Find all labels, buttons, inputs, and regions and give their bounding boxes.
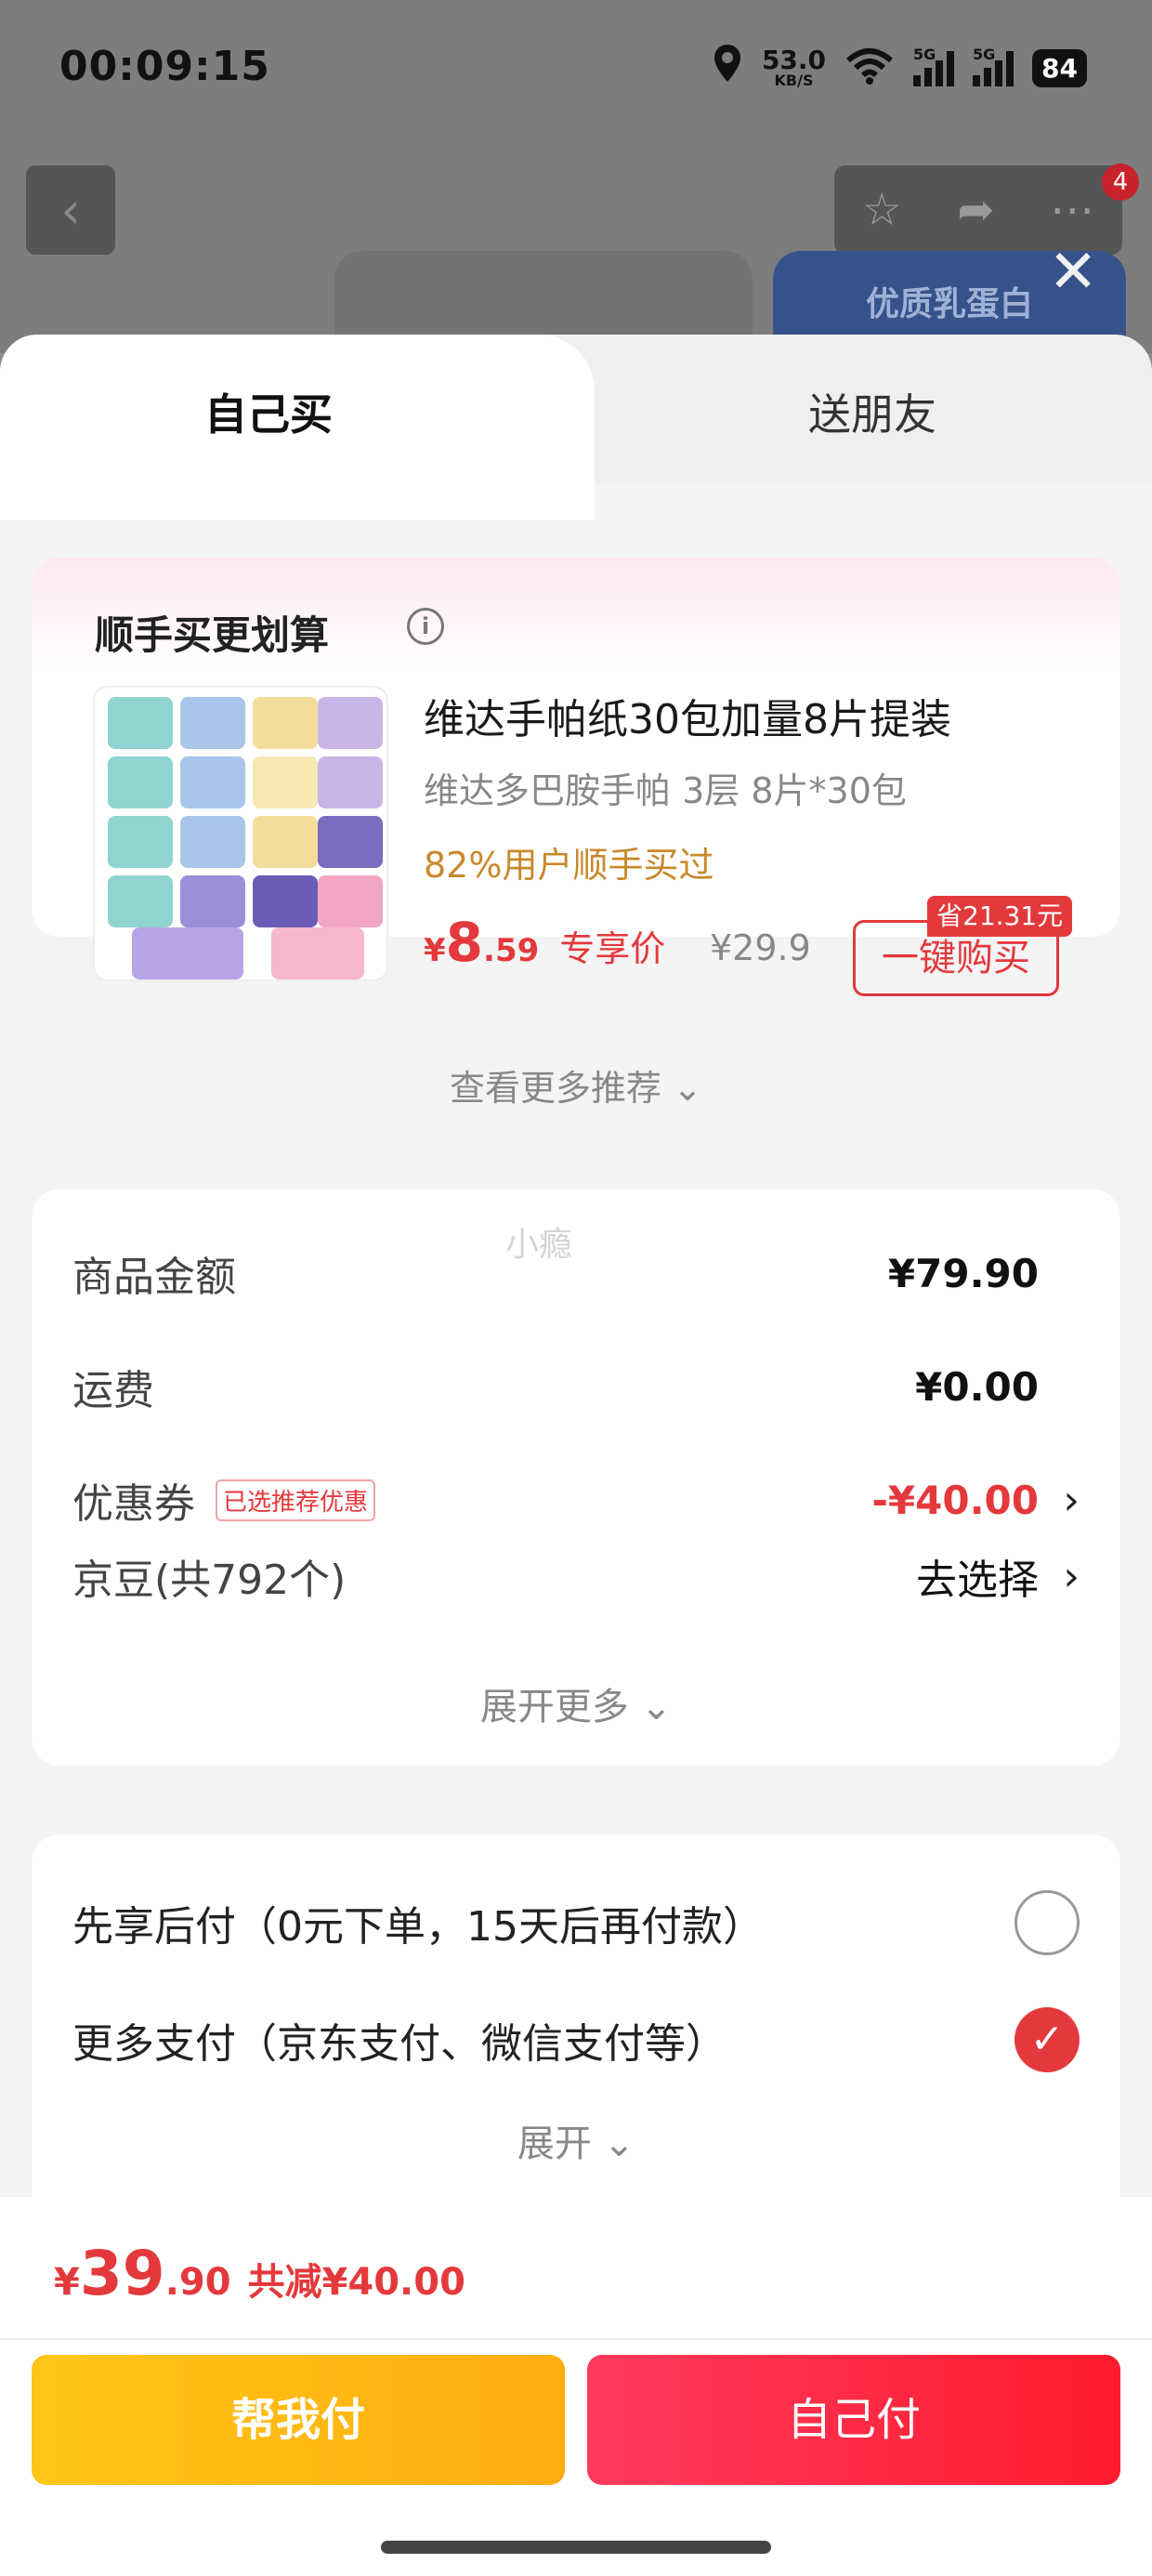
shipping-value: ¥0.00 (915, 1363, 1039, 1410)
battery-indicator: 84 (1032, 48, 1087, 87)
chevron-right-icon: › (1063, 1476, 1080, 1524)
network-speed-unit: KB/S (774, 72, 814, 89)
goods-amount-row: 商品金额 ¥79.90 (72, 1236, 1080, 1310)
cellular-signal-icon-2: 5G (973, 46, 1015, 86)
expand-more-link[interactable]: 展开更多 ⌄ (32, 1676, 1120, 1730)
bottom-divider (0, 2338, 1152, 2340)
chevron-down-icon: ⌄ (603, 2123, 635, 2165)
price-decimal: .59 (483, 932, 540, 969)
expand-payment-link[interactable]: 展开 ⌄ (32, 2113, 1120, 2167)
pay-later-option[interactable]: 先享后付（0元下单，15天后再付款） (72, 1881, 1080, 1965)
more-payment-label: 更多支付（京东支付、微信支付等） (72, 2020, 727, 2068)
total-integer: 39 (79, 2238, 165, 2309)
chevron-down-icon: ⌄ (640, 1686, 673, 1728)
chevron-left-icon: ‹ (60, 180, 81, 240)
buy-rate: 82%用户顺手买过 (424, 845, 714, 886)
notification-badge: 4 (1102, 164, 1139, 201)
network-speed: 53.0 KB/S (762, 47, 826, 88)
jd-beans-row[interactable]: 京豆(共792个) 去选择 › (72, 1539, 1080, 1613)
total-currency: ¥ (54, 2261, 80, 2304)
signal-2-label: 5G (973, 46, 996, 63)
save-amount-badge: 省21.31元 (927, 896, 1073, 937)
more-recommend-label: 查看更多推荐 (450, 1068, 662, 1109)
total-reduction: 共减¥40.00 (247, 2261, 465, 2304)
signal-1-label: 5G (913, 46, 936, 63)
chevron-right-icon: › (1063, 1552, 1080, 1600)
price-integer: 8 (445, 911, 484, 974)
goods-amount-label: 商品金额 (72, 1254, 236, 1301)
product-spec: 维达多巴胺手帕 3层 8片*30包 (424, 770, 907, 811)
coupon-selected-tag: 已选推荐优惠 (216, 1479, 376, 1521)
info-icon[interactable]: i (407, 608, 444, 645)
total-price: ¥ 39 .90 共减¥40.00 (54, 2238, 465, 2309)
jd-beans-label: 京豆(共792个) (72, 1557, 347, 1604)
status-icons: 53.0 KB/S 5G 5G 84 (712, 43, 1087, 93)
purchase-tabs: 自己买 送朋友 (0, 335, 1152, 520)
wifi-icon (844, 47, 895, 88)
total-decimal: .90 (164, 2261, 231, 2304)
help-me-pay-button[interactable]: 帮我付 (32, 2355, 565, 2485)
recommend-title: 顺手买更划算 (95, 612, 330, 658)
goods-amount-value: ¥79.90 (887, 1250, 1039, 1296)
tab-gift-to-friend[interactable]: 送朋友 (808, 381, 936, 442)
tab-buy-for-self[interactable]: 自己买 (204, 381, 333, 442)
star-icon[interactable]: ☆ (862, 184, 902, 236)
back-button[interactable]: ‹ (26, 165, 115, 255)
product-image[interactable] (93, 686, 388, 981)
home-indicator (381, 2541, 771, 2554)
original-price: ¥29.9 (710, 927, 811, 968)
more-recommend-link[interactable]: 查看更多推荐 ⌄ (32, 1059, 1120, 1111)
jd-beans-value: 去选择 (916, 1557, 1039, 1604)
location-icon (712, 43, 743, 93)
close-icon[interactable]: ✕ (1041, 240, 1106, 305)
checkout-bottom-bar: ¥ 39 .90 共减¥40.00 帮我付 自己付 (0, 2197, 1152, 2576)
pay-later-radio[interactable] (1015, 1890, 1080, 1955)
share-icon[interactable]: ➦ (957, 184, 994, 236)
pay-later-label: 先享后付（0元下单，15天后再付款） (72, 1903, 764, 1951)
add-on-recommend-card: 顺手买更划算 i 维达手帕纸30包加量8片提装 维达多巴胺手帕 3层 8片*30… (32, 558, 1120, 1109)
price-currency: ¥ (424, 932, 446, 969)
product-name[interactable]: 维达手帕纸30包加量8片提装 (424, 686, 951, 745)
more-payment-radio-checked[interactable]: ✓ (1015, 2007, 1080, 2072)
shipping-label: 运费 (72, 1367, 154, 1414)
status-bar: 00:09:15 53.0 KB/S 5G 5G 84 (0, 0, 1152, 139)
exclusive-price-label: 专享价 (559, 928, 666, 969)
coupon-row[interactable]: 优惠券 已选推荐优惠 -¥40.00 › (72, 1463, 1080, 1537)
shipping-row: 运费 ¥0.00 (72, 1349, 1080, 1424)
more-icon[interactable]: ⋯ (1050, 184, 1094, 236)
status-time: 00:09:15 (59, 43, 270, 90)
expand-more-label: 展开更多 (479, 1686, 629, 1728)
network-speed-value: 53.0 (761, 45, 827, 75)
chevron-down-icon: ⌄ (673, 1068, 702, 1109)
product-price: ¥ 8 .59 专享价 (424, 911, 665, 974)
coupon-label: 优惠券 (72, 1480, 195, 1528)
expand-payment-label: 展开 (517, 2123, 592, 2165)
coupon-value: -¥40.00 (871, 1477, 1039, 1523)
price-summary-card-bottom: 展开更多 ⌄ (32, 1673, 1120, 1766)
cellular-signal-icon: 5G (913, 46, 955, 86)
pay-myself-button[interactable]: 自己付 (587, 2355, 1120, 2485)
more-payment-option[interactable]: 更多支付（京东支付、微信支付等） ✓ (72, 1998, 1080, 2082)
